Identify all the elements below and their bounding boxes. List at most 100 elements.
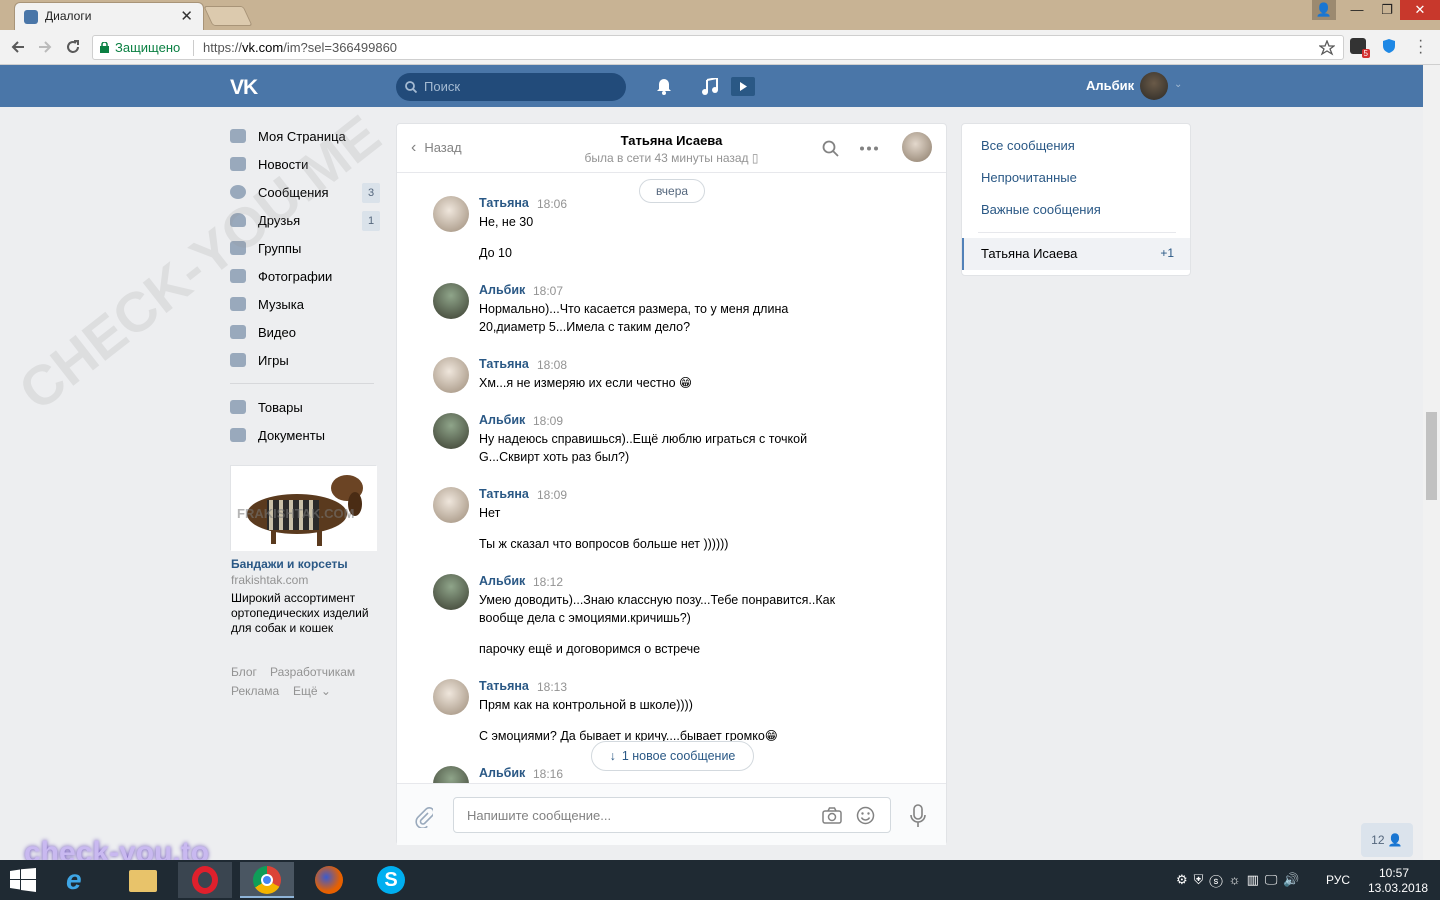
reload-icon[interactable] <box>65 39 81 55</box>
profile-name[interactable]: Альбик <box>1086 78 1134 93</box>
new-tab-button[interactable] <box>203 6 253 26</box>
footer-link-ads[interactable]: Реклама <box>231 684 279 698</box>
avatar[interactable] <box>433 679 469 715</box>
taskbar-app-firefox[interactable] <box>302 862 356 898</box>
system-tray-icons[interactable]: ⚙⛨ⓢ☼▥🖵🔊 <box>1176 872 1306 888</box>
sidebar-item-documents[interactable]: Документы <box>230 422 380 450</box>
message-author[interactable]: Татьяна <box>479 357 529 371</box>
bookmark-star-icon[interactable] <box>1319 40 1335 56</box>
camera-icon[interactable] <box>822 807 842 824</box>
close-window-icon[interactable]: ✕ <box>1400 0 1440 20</box>
clock-time: 10:57 <box>1378 866 1410 880</box>
filter-unread[interactable]: Непрочитанные <box>981 170 1077 185</box>
message-history[interactable]: вчера Татьяна 18:06 Не, не 30 До 10 Альб… <box>397 174 946 784</box>
taskbar-app-chrome[interactable] <box>240 862 294 898</box>
ad-image[interactable]: FRAKISHTAK.COM <box>230 465 377 551</box>
filter-important[interactable]: Важные сообщения <box>981 202 1101 217</box>
message-text: Умею доводить)...Знаю классную позу...Те… <box>479 593 836 625</box>
extension-icon[interactable]: 5 <box>1350 38 1370 58</box>
taskbar-app-explorer[interactable] <box>116 862 170 898</box>
emoji-smile-icon[interactable] <box>856 806 875 825</box>
microphone-icon[interactable] <box>910 804 926 828</box>
active-dialog-item[interactable]: Татьяна Исаева +1 <box>962 238 1190 270</box>
profile-icon[interactable]: 👤 <box>1312 0 1336 20</box>
language-indicator[interactable]: РУС <box>1326 873 1350 887</box>
new-message-button[interactable]: ↓ 1 новое сообщение <box>591 741 754 771</box>
sidebar-item-groups[interactable]: Группы <box>230 235 380 263</box>
message-author[interactable]: Татьяна <box>479 487 529 501</box>
chat-avatar[interactable] <box>902 132 932 162</box>
browser-toolbar: Защищено https://vk.com/im?sel=366499860… <box>0 30 1440 65</box>
sidebar-item-market[interactable]: Товары <box>230 394 380 422</box>
forward-arrow-icon[interactable] <box>37 39 53 55</box>
message-author[interactable]: Альбик <box>479 574 525 588</box>
browser-tab[interactable]: Диалоги ✕ <box>14 2 204 30</box>
sidebar-item-label: Музыка <box>258 297 304 312</box>
message-input-placeholder: Напишите сообщение... <box>467 808 612 823</box>
folder-icon <box>129 870 157 892</box>
address-bar[interactable]: Защищено https://vk.com/im?sel=366499860 <box>92 35 1344 60</box>
close-tab-icon[interactable]: ✕ <box>180 7 193 25</box>
windows-start-icon[interactable] <box>10 868 36 892</box>
taskbar-app-skype[interactable]: S <box>364 862 418 898</box>
sidebar-item-news[interactable]: Новости <box>230 151 380 179</box>
avatar[interactable] <box>433 574 469 610</box>
clock-date: 13.03.2018 <box>1368 881 1429 895</box>
back-arrow-icon[interactable] <box>10 39 26 55</box>
compose-area: Напишите сообщение... <box>397 783 946 845</box>
clock[interactable]: 10:57 13.03.2018 <box>1368 866 1429 896</box>
message-time: 18:09 <box>533 414 564 428</box>
sidebar-item-video[interactable]: Видео <box>230 319 380 347</box>
ad-domain[interactable]: frakishtak.com <box>231 573 308 587</box>
message-input[interactable]: Напишите сообщение... <box>453 797 891 833</box>
footer-link-more[interactable]: Ещё ⌄ <box>293 684 331 698</box>
scrollbar-thumb[interactable] <box>1426 412 1437 500</box>
sidebar-item-photos[interactable]: Фотографии <box>230 263 380 291</box>
restore-icon[interactable]: ❐ <box>1372 0 1402 20</box>
news-icon <box>230 157 246 171</box>
message-author[interactable]: Альбик <box>479 413 525 427</box>
taskbar-app-ie[interactable]: e <box>54 862 108 898</box>
message-author[interactable]: Татьяна <box>479 679 529 693</box>
more-actions-icon[interactable] <box>859 146 879 151</box>
sidebar-item-my-page[interactable]: Моя Страница <box>230 123 380 151</box>
message-text: До 10 <box>479 246 512 260</box>
chat-search-icon[interactable] <box>822 140 839 157</box>
chevron-down-icon[interactable]: ⌄ <box>1174 79 1182 90</box>
sidebar-item-games[interactable]: Игры <box>230 347 380 375</box>
minimize-icon[interactable]: — <box>1342 0 1372 20</box>
filter-all-messages[interactable]: Все сообщения <box>981 138 1075 153</box>
avatar[interactable] <box>433 357 469 393</box>
panel-divider <box>978 232 1176 233</box>
message-author[interactable]: Альбик <box>479 283 525 297</box>
play-icon[interactable] <box>731 77 755 96</box>
footer-link-developers[interactable]: Разработчикам <box>270 665 355 679</box>
message-author[interactable]: Татьяна <box>479 196 529 210</box>
paperclip-icon[interactable] <box>415 806 433 828</box>
message-author[interactable]: Альбик <box>479 766 525 780</box>
sidebar-item-friends[interactable]: Друзья 1 <box>230 207 380 235</box>
avatar[interactable] <box>433 766 469 784</box>
sidebar-item-music[interactable]: Музыка <box>230 291 380 319</box>
vk-logo[interactable]: VK <box>230 76 258 100</box>
profile-avatar[interactable] <box>1140 72 1168 100</box>
message-time: 18:09 <box>537 488 568 502</box>
taskbar-app-opera[interactable] <box>178 862 232 898</box>
avatar[interactable] <box>433 413 469 449</box>
avatar[interactable] <box>433 196 469 232</box>
ad-image-watermark: FRAKISHTAK.COM <box>237 506 355 521</box>
ad-text: Широкий ассортимент ортопедических издел… <box>231 591 369 635</box>
shield-extension-icon[interactable] <box>1382 38 1396 54</box>
sidebar-item-messages[interactable]: Сообщения 3 <box>230 179 380 207</box>
ad-title[interactable]: Бандажи и корсеты <box>231 557 348 571</box>
music-icon[interactable] <box>701 78 718 95</box>
messages-icon <box>230 185 246 199</box>
avatar[interactable] <box>433 487 469 523</box>
notifications-bell-icon[interactable] <box>656 78 672 95</box>
avatar[interactable] <box>433 283 469 319</box>
online-friends-button[interactable]: 12 👤 <box>1361 823 1413 857</box>
browser-menu-icon[interactable]: · · · <box>1418 33 1423 61</box>
search-input[interactable]: Поиск <box>396 73 626 101</box>
message-time: 18:12 <box>533 575 564 589</box>
footer-link-blog[interactable]: Блог <box>231 665 257 679</box>
